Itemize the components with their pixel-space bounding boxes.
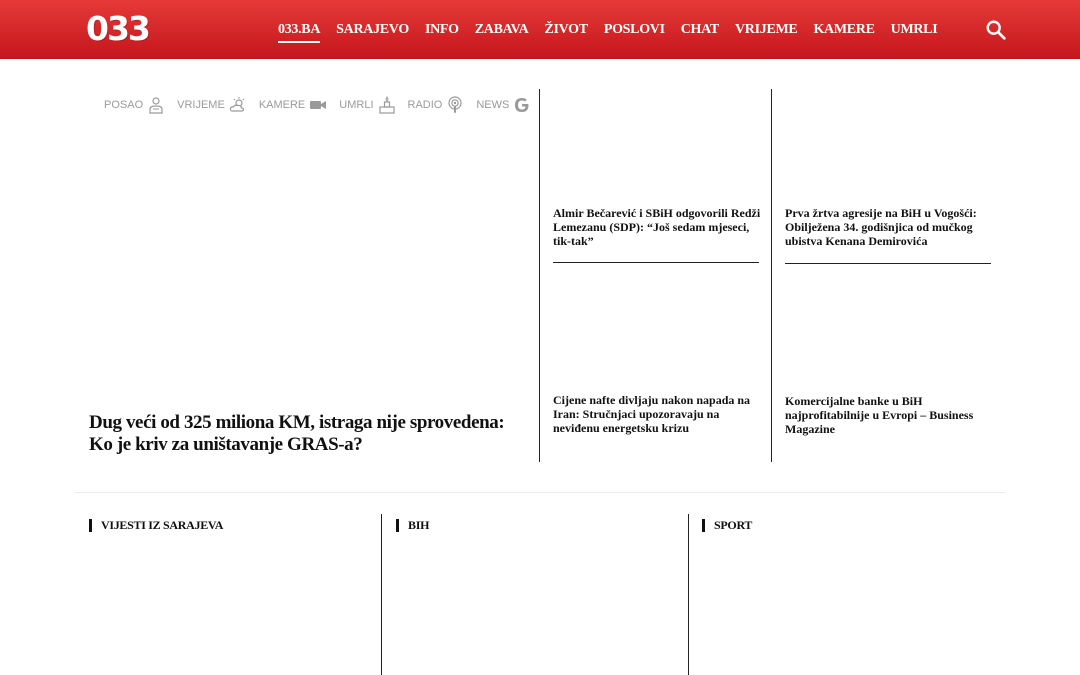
google-icon <box>515 98 529 112</box>
quicklink-label: NEWS <box>476 99 510 111</box>
section-header-vijesti-iz-sarajeva[interactable]: VIJESTI IZ SARAJEVA <box>89 518 223 532</box>
nav-item-033ba[interactable]: 033.BA <box>278 20 320 43</box>
section-marker <box>396 518 399 532</box>
quicklink-posao[interactable]: POSAO <box>104 96 165 114</box>
section-marker <box>702 518 705 532</box>
section-header-sport[interactable]: SPORT <box>702 518 752 532</box>
search-icon[interactable] <box>985 19 1007 41</box>
column-divider <box>539 89 540 462</box>
nav-item-info[interactable]: INFO <box>425 20 459 40</box>
side-article-title[interactable]: Prva žrtva agresije na BiH u Vogošći: Ob… <box>785 206 995 248</box>
podcast-icon <box>448 96 462 113</box>
weather-icon <box>229 97 245 112</box>
quicklink-label: VRIJEME <box>177 99 225 111</box>
nav-item-poslovi[interactable]: POSLOVI <box>604 20 665 40</box>
side-article-title[interactable]: Cijene nafte divljaju nakon napada na Ir… <box>553 393 763 435</box>
quicklink-label: POSAO <box>104 99 144 111</box>
main-nav: 033.BA SARAJEVO INFO ZABAVA ŽIVOT POSLOV… <box>270 0 945 59</box>
quicklink-label: UMRLI <box>339 99 374 111</box>
section-header-label: VIJESTI IZ SARAJEVA <box>101 517 224 532</box>
quicklink-kamere[interactable]: KAMERE <box>259 96 327 114</box>
quicklink-label: KAMERE <box>258 99 306 111</box>
quicklink-news[interactable]: NEWS <box>476 96 531 114</box>
nav-item-umrli[interactable]: UMRLI <box>891 20 938 40</box>
lead-article-title[interactable]: Dug veći od 325 miliona KM, istraga nije… <box>89 412 529 456</box>
section-separator <box>75 492 1005 493</box>
nav-item-vrijeme[interactable]: VRIJEME <box>735 20 798 40</box>
quicklink-label: RADIO <box>407 99 443 111</box>
section-header-label: BIH <box>408 517 430 532</box>
column-divider <box>381 514 382 675</box>
quicklink-vrijeme[interactable]: VRIJEME <box>177 96 247 114</box>
nav-item-zivot[interactable]: ŽIVOT <box>544 20 588 40</box>
article-divider <box>785 263 991 264</box>
nav-item-chat[interactable]: CHAT <box>681 20 720 40</box>
nav-item-sarajevo[interactable]: SARAJEVO <box>336 20 409 40</box>
quicklink-radio[interactable]: RADIO <box>408 96 465 114</box>
side-article-title[interactable]: Komercijalne banke u BiH najprofitabilni… <box>785 394 995 436</box>
nav-item-zabava[interactable]: ZABAVA <box>475 20 529 40</box>
site-logo[interactable]: 033 <box>86 9 151 49</box>
nav-item-kamere[interactable]: KAMERE <box>813 20 875 40</box>
section-header-bih[interactable]: BIH <box>396 518 429 532</box>
section-marker <box>89 518 92 532</box>
top-navbar: 033 033.BA SARAJEVO INFO ZABAVA ŽIVOT PO… <box>0 0 1080 59</box>
column-divider <box>688 514 689 675</box>
worker-icon <box>149 97 163 114</box>
section-header-label: SPORT <box>714 517 753 532</box>
quick-links: POSAO VRIJEME KAMERE UMRLI RADIO NEWS <box>104 96 543 114</box>
quicklink-umrli[interactable]: UMRLI <box>339 96 395 114</box>
candle-icon <box>378 96 395 114</box>
camera-icon <box>310 101 327 109</box>
column-divider <box>771 89 772 462</box>
side-article-title[interactable]: Almir Bečarević i SBiH odgovorili Redži … <box>553 206 763 248</box>
article-divider <box>553 262 759 263</box>
